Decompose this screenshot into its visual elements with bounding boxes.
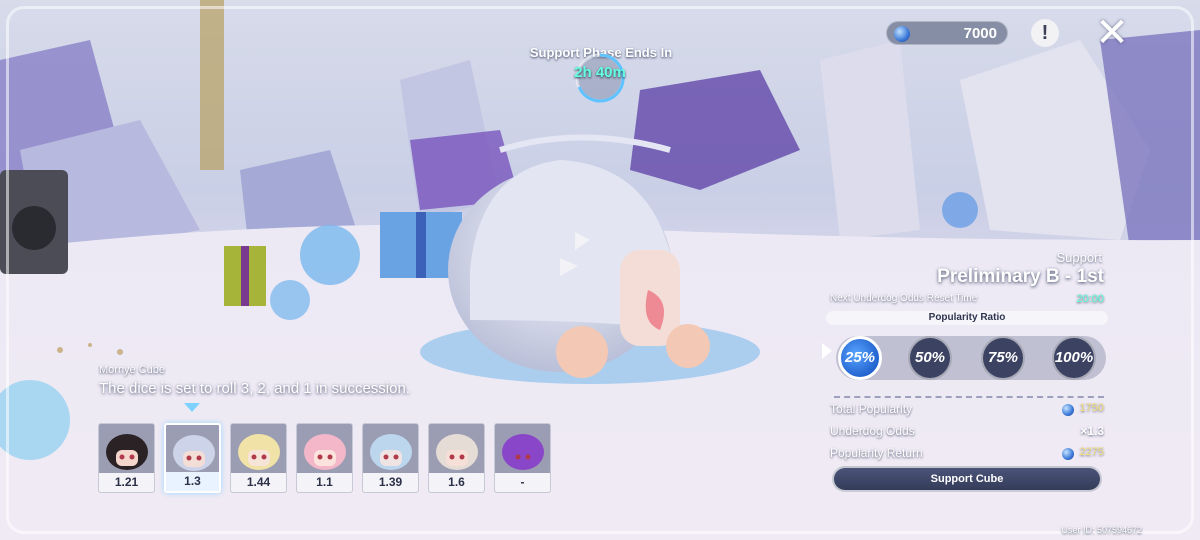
selected-arrow-icon bbox=[184, 403, 200, 412]
currency-display: 7000 bbox=[886, 21, 1008, 45]
reset-time-value: 20:00 bbox=[1076, 293, 1104, 305]
cube-odds-value: 1.3 bbox=[166, 472, 219, 491]
cube-description: The dice is set to roll 3, 2, and 1 in s… bbox=[99, 380, 410, 397]
divider bbox=[834, 396, 1104, 398]
underdog-odds-label: Underdog Odds bbox=[830, 424, 915, 438]
ratio-option-75[interactable]: 75% bbox=[981, 336, 1025, 380]
cube-portrait-icon bbox=[370, 434, 412, 470]
cube-odds-value: 1.1 bbox=[297, 473, 352, 492]
cube-card[interactable]: 1.3 bbox=[164, 423, 221, 493]
cube-card[interactable]: 1.1 bbox=[296, 423, 353, 493]
gem-icon bbox=[1062, 404, 1074, 416]
user-id: User ID: 507594672 bbox=[1061, 525, 1142, 535]
cube-odds-value: 1.44 bbox=[231, 473, 286, 492]
cube-portrait-icon bbox=[502, 434, 544, 470]
stage-title: Preliminary B - 1st bbox=[937, 266, 1104, 287]
cube-card[interactable]: - bbox=[494, 423, 551, 493]
cube-portrait-icon bbox=[304, 434, 346, 470]
cube-card[interactable]: 1.39 bbox=[362, 423, 419, 493]
cube-odds-value: 1.6 bbox=[429, 473, 484, 492]
cube-portrait-icon bbox=[238, 434, 280, 470]
cube-portrait-icon bbox=[436, 434, 478, 470]
ratio-option-25[interactable]: 25% bbox=[838, 336, 882, 380]
total-popularity-value: 1750 bbox=[1079, 402, 1104, 414]
ratio-option-100[interactable]: 100% bbox=[1052, 336, 1096, 380]
phase-time: 2h 40m bbox=[574, 64, 626, 81]
underdog-odds-row: Underdog Odds ×1.3 bbox=[830, 424, 1104, 442]
selection-pointer-icon bbox=[822, 343, 832, 359]
cube-odds-value: 1.21 bbox=[99, 473, 154, 492]
total-popularity-label: Total Popularity bbox=[830, 402, 913, 416]
popularity-return-label: Popularity Return bbox=[830, 446, 923, 460]
cube-odds-value: 1.39 bbox=[363, 473, 418, 492]
popularity-ratio-header: Popularity Ratio bbox=[826, 311, 1108, 325]
total-popularity-row: Total Popularity 1750 bbox=[830, 402, 1104, 420]
reset-time-label: Next Underdog Odds Reset Time bbox=[830, 293, 978, 304]
support-cube-button[interactable]: Support Cube bbox=[832, 466, 1102, 492]
info-button[interactable]: ! bbox=[1031, 19, 1059, 47]
ratio-option-50[interactable]: 50% bbox=[908, 336, 952, 380]
cube-card[interactable]: 1.21 bbox=[98, 423, 155, 493]
cube-card[interactable]: 1.44 bbox=[230, 423, 287, 493]
cube-card[interactable]: 1.6 bbox=[428, 423, 485, 493]
close-button[interactable]: ✕ bbox=[1093, 13, 1131, 53]
close-icon: ✕ bbox=[1095, 11, 1129, 55]
gem-icon bbox=[1062, 448, 1074, 460]
cube-odds-value: - bbox=[495, 473, 550, 492]
support-label: Support bbox=[1056, 250, 1102, 265]
cube-name: Mornye Cube bbox=[99, 364, 166, 376]
cube-portrait-icon bbox=[106, 434, 148, 470]
exclamation-icon: ! bbox=[1041, 22, 1049, 44]
underdog-odds-value: ×1.3 bbox=[1080, 424, 1104, 438]
popularity-return-row: Popularity Return 2275 bbox=[830, 446, 1104, 464]
gem-icon bbox=[894, 26, 910, 42]
currency-value: 7000 bbox=[963, 25, 997, 42]
popularity-return-value: 2275 bbox=[1079, 446, 1104, 458]
cube-portrait-icon bbox=[173, 435, 215, 471]
